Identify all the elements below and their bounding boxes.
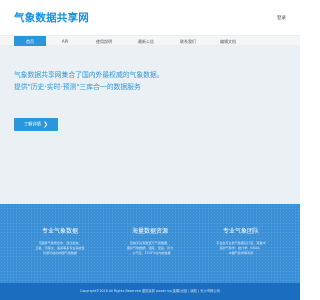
feature-professional-team: 专业气象团队 平台由专业的气象团队打造，有着丰 富的气象学、统计学、NOAA、 …	[211, 226, 271, 256]
feature-description: 平台由专业的气象团队打造，有着丰 富的气象学、统计学、NOAA、 中国气象局等专…	[211, 241, 271, 256]
features-band: 专业气象数据 与国家气象局合作，通过爬虫、 卫星、示踪仪、遥感等多专业来收集 优…	[0, 204, 300, 283]
main-nav: 首页 API 使用說明 最新公告 联系我们 编辑文档	[0, 35, 300, 47]
feature-desc-line: 中国气象局等专家	[228, 251, 254, 256]
learn-more-button[interactable]: 了解详情 ❯	[14, 118, 58, 131]
site-title[interactable]: 气象数据共享网	[14, 10, 89, 25]
hero-banner: 气象数据共享网集合了国内外最权威的气象数据。 提供"历史-实时-预测"三库合一的…	[0, 46, 300, 204]
feature-description: 与国家气象局合作，通过爬虫、 卫星、示踪仪、遥感等多专业来收集 优质可信的中国气…	[30, 241, 90, 256]
feature-desc-line: 、大气压、ECGF5在内的数据	[129, 251, 171, 256]
header: 气象数据共享网 登录	[0, 0, 300, 34]
footer: Copyright©2018 All Rights Reserved 重庆民邦 …	[0, 283, 300, 300]
feature-title: 专业气象数据	[41, 228, 78, 235]
feature-massive-resources: 海量数据资源 目前平台有数百万气象数据， 国际气象数据，温度、湿度、风力 、大气…	[120, 226, 180, 256]
feature-description: 目前平台有数百万气象数据， 国际气象数据，温度、湿度、风力 、大气压、ECGF5…	[120, 241, 180, 256]
feature-title: 专业气象团队	[222, 228, 259, 235]
page: 气象数据共享网 登录 首页 API 使用說明 最新公告 联系我们 编辑文档 气象…	[0, 0, 300, 300]
feature-desc-line: 优质可信的中国气象数据	[42, 251, 78, 256]
learn-more-label: 了解详情	[23, 122, 42, 128]
feature-title: 海量数据资源	[131, 228, 168, 235]
chevron-right-icon: ❯	[43, 121, 49, 128]
hero-line-2: 提供"历史-实时-预测"三库合一的数据服务	[14, 83, 141, 91]
copyright-text: Copyright©2018 All Rights Reserved 重庆民邦 …	[80, 289, 220, 293]
feature-professional-data: 专业气象数据 与国家气象局合作，通过爬虫、 卫星、示踪仪、遥感等多专业来收集 优…	[30, 226, 90, 256]
hero-line-1: 气象数据共享网集合了国内外最权威的气象数据。	[14, 71, 164, 79]
login-link[interactable]: 登录	[277, 15, 286, 21]
